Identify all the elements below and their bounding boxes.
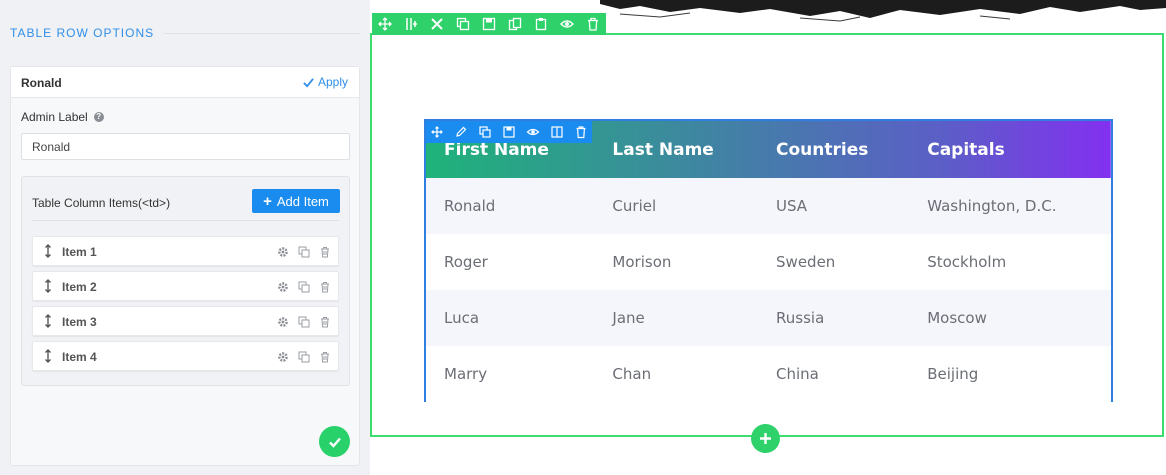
table-cell: Roger bbox=[444, 253, 488, 271]
admin-label: Admin Label ? bbox=[21, 110, 104, 124]
plus-icon: + bbox=[263, 192, 272, 210]
add-item-label: Add Item bbox=[276, 193, 329, 209]
duplicate-icon[interactable] bbox=[298, 350, 310, 363]
apply-label: Apply bbox=[317, 75, 348, 89]
confirm-button[interactable] bbox=[319, 426, 350, 457]
table-row: Ronald Curiel USA Washington, D.C. bbox=[426, 178, 1111, 234]
duplicate-icon[interactable] bbox=[298, 315, 310, 328]
table-cell: China bbox=[776, 365, 819, 383]
item-label: Item 3 bbox=[62, 315, 97, 329]
table-row: Marry Chan China Beijing bbox=[426, 346, 1111, 402]
table-cell: Marry bbox=[444, 365, 488, 383]
table-row: Roger Morison Sweden Stockholm bbox=[426, 234, 1111, 290]
trash-icon[interactable] bbox=[319, 245, 331, 258]
check-icon bbox=[303, 77, 314, 88]
table-cell: Stockholm bbox=[927, 253, 1007, 271]
section-container[interactable]: First Name Last Name Countries Capitals … bbox=[370, 13, 1164, 437]
table-element[interactable]: First Name Last Name Countries Capitals … bbox=[424, 119, 1113, 402]
add-section-button[interactable] bbox=[751, 424, 780, 453]
drag-handle-icon[interactable] bbox=[44, 349, 52, 363]
save-icon[interactable] bbox=[502, 125, 516, 139]
admin-label-input[interactable] bbox=[21, 133, 350, 160]
move-icon[interactable] bbox=[430, 125, 444, 139]
columns-icon[interactable] bbox=[404, 17, 418, 31]
column-header: Last Name bbox=[612, 139, 714, 160]
check-icon bbox=[328, 437, 341, 448]
help-icon[interactable]: ? bbox=[93, 112, 104, 122]
table-row: Luca Jane Russia Moscow bbox=[426, 290, 1111, 346]
column-header: Countries bbox=[776, 139, 869, 160]
duplicate-icon[interactable] bbox=[298, 245, 310, 258]
options-panel: TABLE ROW OPTIONS Ronald Apply Admin Lab… bbox=[0, 0, 370, 475]
item-label: Item 2 bbox=[62, 280, 97, 294]
column-items-box: Table Column Items(<td>) + Add Item Item… bbox=[21, 176, 350, 386]
trash-icon[interactable] bbox=[319, 350, 331, 363]
builder-canvas: First Name Last Name Countries Capitals … bbox=[370, 0, 1166, 475]
item-label: Item 1 bbox=[62, 245, 97, 259]
table-toolbar bbox=[426, 121, 592, 143]
eye-icon[interactable] bbox=[526, 125, 540, 139]
paste-icon[interactable] bbox=[534, 17, 548, 31]
move-icon[interactable] bbox=[378, 17, 392, 31]
table-cell: Luca bbox=[444, 309, 480, 327]
gear-icon[interactable] bbox=[277, 315, 289, 327]
list-item[interactable]: Item 2 bbox=[32, 271, 339, 301]
apply-button[interactable]: Apply bbox=[303, 75, 348, 89]
row-options-card: Ronald Apply Admin Label ? Table Column … bbox=[10, 66, 360, 466]
table-cell: Morison bbox=[612, 253, 672, 271]
card-header[interactable]: Ronald Apply bbox=[11, 67, 359, 98]
list-item[interactable]: Item 3 bbox=[32, 306, 339, 336]
trash-icon[interactable] bbox=[319, 315, 331, 328]
duplicate-icon[interactable] bbox=[456, 17, 470, 31]
column-header: Capitals bbox=[927, 139, 1005, 160]
table-cell: Curiel bbox=[612, 197, 657, 215]
gear-icon[interactable] bbox=[277, 280, 289, 292]
column-items-label: Table Column Items(<td>) bbox=[32, 196, 171, 210]
table-cell: Chan bbox=[612, 365, 652, 383]
brush-stroke-decoration bbox=[600, 0, 1166, 22]
drag-handle-icon[interactable] bbox=[44, 314, 52, 328]
table-cell: Ronald bbox=[444, 197, 496, 215]
plus-icon bbox=[760, 433, 771, 444]
trash-icon[interactable] bbox=[574, 125, 588, 139]
table-cell: Moscow bbox=[927, 309, 987, 327]
drag-handle-icon[interactable] bbox=[44, 279, 52, 293]
table-cell: USA bbox=[776, 197, 808, 215]
panel-title: TABLE ROW OPTIONS bbox=[10, 26, 155, 40]
table-cell: Sweden bbox=[776, 253, 836, 271]
add-item-button[interactable]: + Add Item bbox=[252, 189, 340, 213]
list-item[interactable]: Item 1 bbox=[32, 236, 339, 266]
table-cell: Jane bbox=[612, 309, 645, 327]
table-cell: Beijing bbox=[927, 365, 979, 383]
columns-icon[interactable] bbox=[550, 125, 564, 139]
copy-icon[interactable] bbox=[508, 17, 522, 31]
trash-icon[interactable] bbox=[319, 280, 331, 293]
section-toolbar bbox=[372, 13, 606, 35]
items-divider bbox=[32, 220, 339, 221]
list-item[interactable]: Item 4 bbox=[32, 341, 339, 371]
title-divider bbox=[164, 33, 360, 34]
table-cell: Russia bbox=[776, 309, 825, 327]
duplicate-icon[interactable] bbox=[478, 125, 492, 139]
admin-label-text: Admin Label bbox=[21, 110, 88, 124]
save-icon[interactable] bbox=[482, 17, 496, 31]
duplicate-icon[interactable] bbox=[298, 280, 310, 293]
eye-icon[interactable] bbox=[560, 17, 574, 31]
edit-icon[interactable] bbox=[454, 125, 468, 139]
data-table: First Name Last Name Countries Capitals … bbox=[426, 121, 1111, 402]
tools-icon[interactable] bbox=[430, 17, 444, 31]
gear-icon[interactable] bbox=[277, 245, 289, 257]
row-name: Ronald bbox=[21, 76, 62, 90]
table-cell: Washington, D.C. bbox=[927, 197, 1057, 215]
drag-handle-icon[interactable] bbox=[44, 244, 52, 258]
trash-icon[interactable] bbox=[586, 17, 600, 31]
item-label: Item 4 bbox=[62, 350, 97, 364]
gear-icon[interactable] bbox=[277, 350, 289, 362]
